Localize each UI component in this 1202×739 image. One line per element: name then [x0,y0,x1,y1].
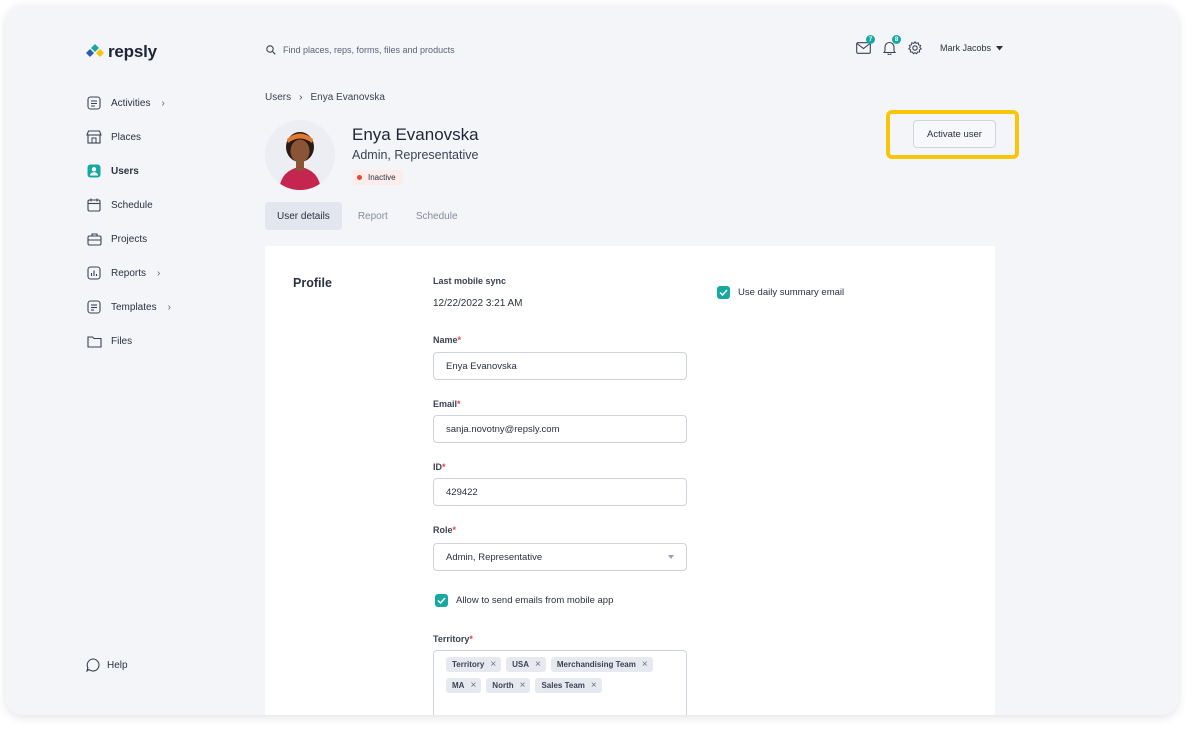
store-icon [86,129,102,145]
messages-badge: 7 [866,35,875,44]
sidebar-item-templates[interactable]: Templates › [86,290,246,324]
logo-text: repsly [108,42,157,61]
tab-user-details[interactable]: User details [265,202,342,230]
tab-schedule[interactable]: Schedule [404,202,470,230]
name-label: Name* [433,335,462,345]
sidebar-item-files[interactable]: Files [86,324,246,358]
status-dot-icon [357,175,362,180]
sidebar: Activities › Places Users Schedule Proje… [86,86,246,358]
sidebar-item-label: Projects [111,233,148,245]
tab-report[interactable]: Report [346,202,400,230]
close-icon[interactable]: × [520,680,526,691]
sidebar-item-label: Schedule [111,199,153,211]
checkbox-checked-icon [717,286,730,299]
sidebar-item-label: Places [111,131,142,143]
calendar-icon [86,197,102,213]
user-photo [265,120,335,190]
template-icon [86,299,102,315]
chat-bubble-icon [86,658,100,672]
territory-multiselect[interactable]: Territory × USA × Merchandising Team × MA × … [433,650,687,715]
repsly-logo-icon [86,44,104,57]
search-icon [266,45,276,55]
user-menu[interactable]: Mark Jacobs [940,43,1004,53]
role-select-value: Admin, Representative [446,551,543,563]
close-icon[interactable]: × [470,680,476,691]
close-icon[interactable]: × [591,680,597,691]
territory-chip: Merchandising Team × [550,657,653,672]
sidebar-item-projects[interactable]: Projects [86,222,246,256]
sidebar-item-places[interactable]: Places [86,120,246,154]
user-name-heading: Enya Evanovska [352,125,479,144]
folder-icon [86,333,102,349]
role-label: Role* [433,525,457,535]
sidebar-item-reports[interactable]: Reports › [86,256,246,290]
close-icon[interactable]: × [642,659,648,670]
daily-summary-label: Use daily summary email [738,287,845,298]
tab-bar: User details Report Schedule [265,202,470,230]
chevron-right-icon: › [299,92,303,103]
sidebar-item-label: Templates [111,301,157,313]
sidebar-item-label: Users [111,165,139,177]
search-placeholder: Find places, reps, forms, files and prod… [283,45,455,55]
chevron-right-icon: › [167,301,171,313]
territory-chip: Territory × [446,657,502,672]
breadcrumb-users-link[interactable]: Users [265,92,291,103]
name-field[interactable]: Enya Evanovska [433,352,687,380]
id-label: ID* [433,462,446,472]
last-sync-label: Last mobile sync [433,276,507,286]
messages-button[interactable]: 7 [854,35,875,57]
help-label: Help [107,659,128,671]
breadcrumb-current: Enya Evanovska [310,92,385,103]
checkbox-checked-icon [435,594,448,607]
status-label: Inactive [368,173,396,182]
user-role: Admin, Representative [352,148,479,162]
profile-card: Profile Last mobile sync 12/22/2022 3:21… [265,246,995,715]
help-link[interactable]: Help [86,658,128,672]
avatar [265,120,335,190]
chevron-right-icon: › [161,97,165,109]
territory-chip: Sales Team × [535,678,602,693]
close-icon[interactable]: × [490,659,496,670]
sidebar-item-label: Files [111,335,133,347]
user-icon [86,163,102,179]
id-field[interactable]: 429422 [433,478,687,506]
global-search[interactable]: Find places, reps, forms, files and prod… [266,45,455,55]
sidebar-item-schedule[interactable]: Schedule [86,188,246,222]
allow-email-checkbox[interactable]: Allow to send emails from mobile app [435,594,613,607]
chevron-right-icon: › [157,267,161,279]
email-field[interactable]: sanja.novotny@repsly.com [433,415,687,443]
briefcase-icon [86,231,102,247]
caret-down-icon [996,45,1004,50]
user-menu-name: Mark Jacobs [940,43,992,53]
territory-label: Territory* [433,634,473,644]
chart-icon [86,265,102,281]
sidebar-item-users[interactable]: Users [86,154,246,188]
sidebar-item-label: Reports [111,267,147,279]
sidebar-item-label: Activities [111,97,151,109]
status-badge: Inactive [352,170,403,185]
territory-chip: North × [486,678,531,693]
caret-down-icon [668,555,674,559]
daily-summary-checkbox[interactable]: Use daily summary email [717,286,844,299]
notifications-badge: 8 [892,35,901,44]
close-icon[interactable]: × [535,659,541,670]
role-select[interactable]: Admin, Representative [433,543,687,571]
last-sync-value: 12/22/2022 3:21 AM [433,298,523,309]
allow-email-label: Allow to send emails from mobile app [456,595,614,606]
email-label: Email* [433,399,461,409]
header-actions: 7 8 Mark Jacobs [854,35,1004,57]
settings-button[interactable] [906,39,924,57]
repsly-logo[interactable]: repsly [86,42,157,62]
app-window: repsly Find places, reps, forms, files a… [6,6,1178,715]
activities-icon [86,95,102,111]
territory-chip: USA × [506,657,546,672]
gear-icon [908,41,922,55]
notifications-button[interactable]: 8 [880,35,901,57]
sidebar-item-activities[interactable]: Activities › [86,86,246,120]
breadcrumb: Users › Enya Evanovska [265,92,385,103]
profile-section-title: Profile [293,276,332,290]
territory-chip: MA × [446,678,482,693]
activate-user-button[interactable]: Activate user [913,120,996,148]
